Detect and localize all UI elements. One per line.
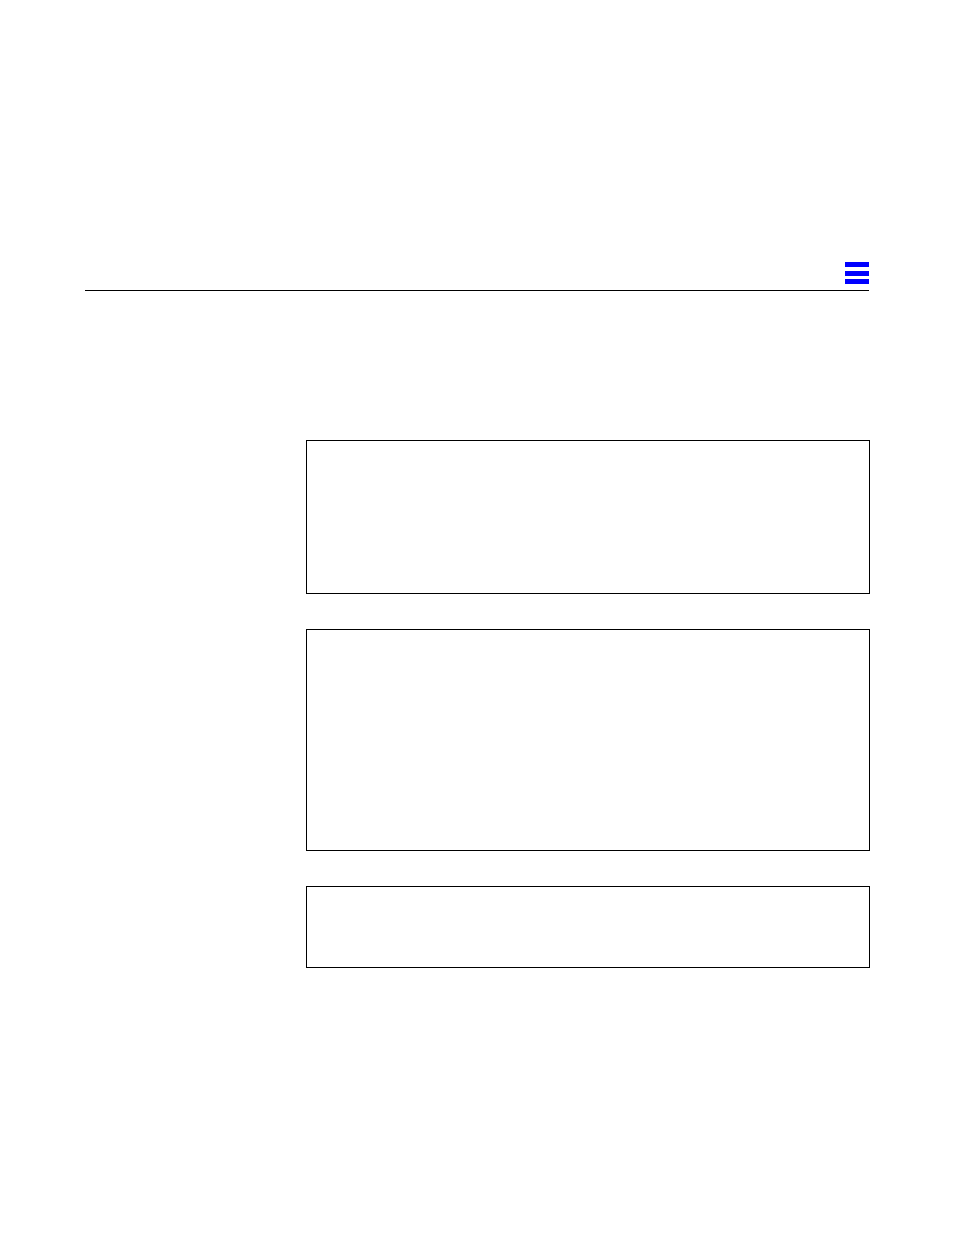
horizontal-rule <box>85 290 869 291</box>
menu-bar <box>845 279 869 284</box>
content-box-1 <box>306 440 870 594</box>
menu-bar <box>845 271 869 276</box>
menu-bar <box>845 262 869 267</box>
content-box-2 <box>306 629 870 851</box>
menu-icon[interactable] <box>845 262 869 284</box>
content-box-3 <box>306 886 870 968</box>
